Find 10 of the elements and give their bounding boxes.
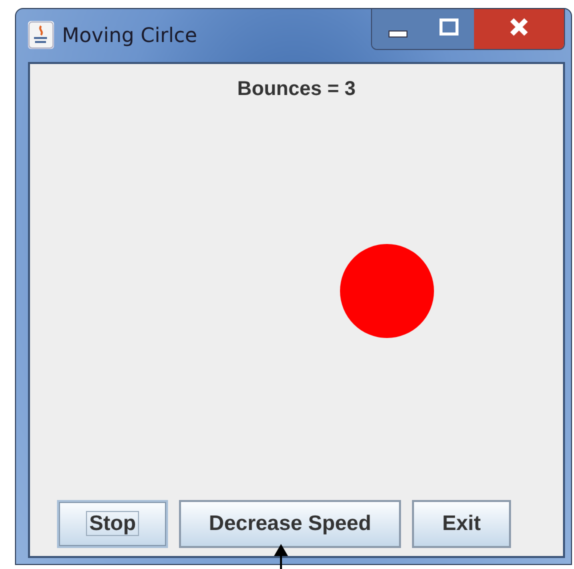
close-button[interactable]: [474, 9, 564, 49]
minimize-button[interactable]: [372, 9, 424, 49]
action-button[interactable]: Exit: [412, 500, 511, 548]
app-icon: [28, 21, 54, 49]
maximize-button[interactable]: [424, 9, 474, 49]
window-title: Moving Cirlce: [62, 23, 198, 47]
action-button[interactable]: Decrease Speed: [178, 500, 402, 548]
bounce-counter: Bounces = 3: [237, 78, 356, 101]
action-button[interactable]: Stop: [57, 500, 168, 548]
cursor-icon: [273, 544, 289, 569]
